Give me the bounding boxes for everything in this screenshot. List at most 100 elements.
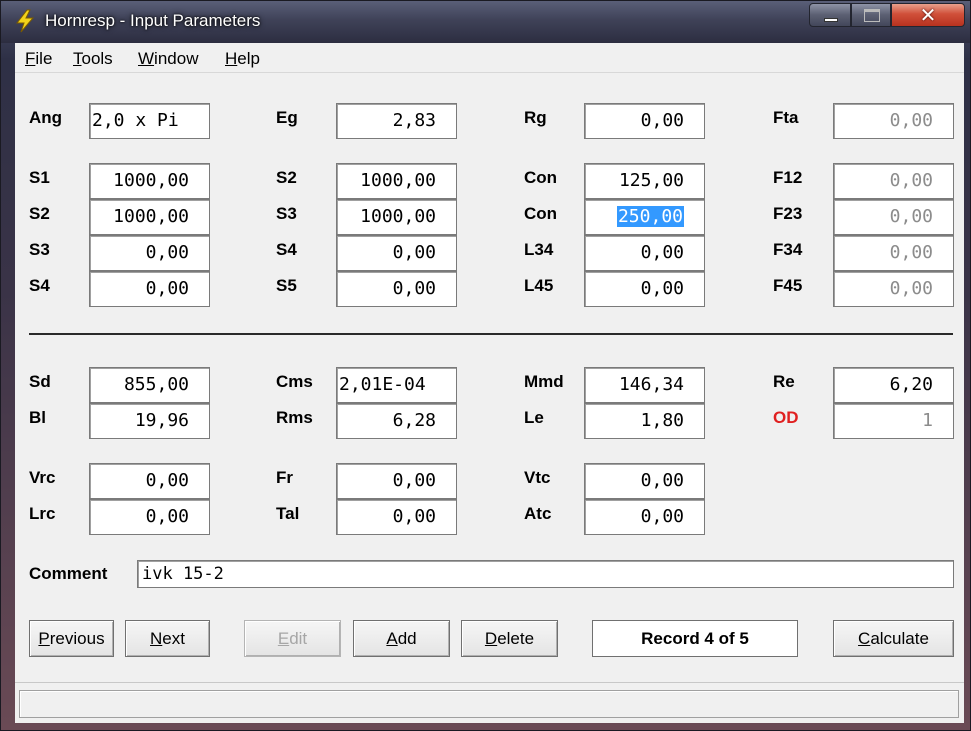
l45-label: L45 bbox=[524, 276, 554, 295]
fr-label: Fr bbox=[276, 468, 293, 487]
rg-field[interactable]: 0,00 bbox=[584, 103, 705, 139]
minimize-icon bbox=[824, 18, 838, 22]
previous-accesskey: P bbox=[38, 629, 50, 648]
re-label: Re bbox=[773, 372, 795, 391]
s2-field[interactable]: 1000,00 bbox=[89, 199, 210, 235]
bl-field[interactable]: 19,96 bbox=[89, 403, 210, 439]
comment-label: Comment bbox=[29, 564, 108, 583]
next-button[interactable]: Next bbox=[125, 620, 210, 657]
menu-file[interactable]: File bbox=[25, 49, 52, 69]
l45-field[interactable]: 0,00 bbox=[584, 271, 705, 307]
l34-field[interactable]: 0,00 bbox=[584, 235, 705, 271]
sd-label: Sd bbox=[29, 372, 51, 391]
f23-field[interactable]: 0,00 bbox=[833, 199, 954, 235]
calculate-accesskey: C bbox=[858, 629, 871, 648]
s1-field[interactable]: 1000,00 bbox=[89, 163, 210, 199]
re-field[interactable]: 6,20 bbox=[833, 367, 954, 403]
seg3-s4-field[interactable]: 0,00 bbox=[336, 235, 457, 271]
lrc-field[interactable]: 0,00 bbox=[89, 499, 210, 535]
fr-field[interactable]: 0,00 bbox=[336, 463, 457, 499]
comment-field[interactable]: ivk 15-2 bbox=[137, 560, 954, 588]
seg2-s3-label: S3 bbox=[276, 204, 297, 223]
menu-file-accesskey: F bbox=[25, 49, 36, 68]
cms-label: Cms bbox=[276, 372, 313, 391]
f12-field[interactable]: 0,00 bbox=[833, 163, 954, 199]
menu-tools-label: ools bbox=[81, 49, 113, 68]
close-button[interactable]: ✕ bbox=[891, 3, 965, 27]
atc-field[interactable]: 0,00 bbox=[584, 499, 705, 535]
menu-help-label: elp bbox=[237, 49, 260, 68]
f12-label: F12 bbox=[773, 168, 803, 187]
maximize-button[interactable] bbox=[851, 3, 891, 27]
s3-label: S3 bbox=[29, 240, 50, 259]
s4-field[interactable]: 0,00 bbox=[89, 271, 210, 307]
rg-label: Rg bbox=[524, 108, 547, 127]
section-divider bbox=[29, 333, 953, 335]
mmd-field[interactable]: 146,34 bbox=[584, 367, 705, 403]
con23-field[interactable]: 250,00 bbox=[584, 199, 705, 235]
menu-window[interactable]: Window bbox=[138, 49, 198, 69]
previous-button[interactable]: Previous bbox=[29, 620, 114, 657]
delete-button[interactable]: Delete bbox=[461, 620, 558, 657]
cms-field[interactable]: 2,01E-04 bbox=[336, 367, 457, 403]
add-button[interactable]: Add bbox=[353, 620, 450, 657]
menu-tools[interactable]: Tools bbox=[73, 49, 113, 69]
menu-help-accesskey: H bbox=[225, 49, 238, 68]
vrc-field[interactable]: 0,00 bbox=[89, 463, 210, 499]
edit-accesskey: E bbox=[277, 629, 290, 648]
menu-bar: File Tools Window Help bbox=[15, 43, 964, 73]
eg-label: Eg bbox=[276, 108, 298, 127]
seg2-s3-field[interactable]: 1000,00 bbox=[336, 199, 457, 235]
rms-label: Rms bbox=[276, 408, 313, 427]
sd-field[interactable]: 855,00 bbox=[89, 367, 210, 403]
seg1-s2-field[interactable]: 1000,00 bbox=[336, 163, 457, 199]
add-accesskey: A bbox=[386, 629, 398, 648]
s3-field[interactable]: 0,00 bbox=[89, 235, 210, 271]
previous-label: revious bbox=[49, 629, 105, 648]
od-label[interactable]: OD bbox=[773, 408, 799, 428]
menu-window-label: indow bbox=[154, 49, 199, 68]
delete-label: elete bbox=[497, 629, 535, 648]
seg1-s2-label: S2 bbox=[276, 168, 297, 187]
f45-field[interactable]: 0,00 bbox=[833, 271, 954, 307]
add-label: dd bbox=[397, 629, 417, 648]
fta-field[interactable]: 0,00 bbox=[833, 103, 954, 139]
edit-button[interactable]: Edit bbox=[244, 620, 341, 657]
menu-help[interactable]: Help bbox=[225, 49, 260, 69]
seg3-s4-label: S4 bbox=[276, 240, 297, 259]
lightning-bolt-icon bbox=[13, 9, 37, 33]
next-accesskey: N bbox=[150, 629, 163, 648]
f34-field[interactable]: 0,00 bbox=[833, 235, 954, 271]
menu-file-label: ile bbox=[35, 49, 53, 68]
minimize-button[interactable] bbox=[809, 3, 851, 27]
hornresp-window: Hornresp - Input Parameters ✕ File Tools… bbox=[0, 0, 971, 731]
calculate-button[interactable]: Calculate bbox=[833, 620, 954, 657]
rms-field[interactable]: 6,28 bbox=[336, 403, 457, 439]
le-label: Le bbox=[524, 408, 544, 427]
con12-field[interactable]: 125,00 bbox=[584, 163, 705, 199]
con12-label: Con bbox=[524, 168, 558, 187]
edit-label: dit bbox=[289, 629, 308, 648]
le-field[interactable]: 1,80 bbox=[584, 403, 705, 439]
maximize-icon bbox=[864, 9, 880, 22]
ang-field[interactable]: 2,0 x Pi bbox=[89, 103, 210, 139]
input-parameters-panel: File Tools Window Help Ang 2,0 x Pi Eg 2… bbox=[15, 43, 964, 723]
vtc-field[interactable]: 0,00 bbox=[584, 463, 705, 499]
f34-label: F34 bbox=[773, 240, 803, 259]
status-bar bbox=[19, 690, 959, 718]
fta-label: Fta bbox=[773, 108, 799, 127]
tal-field[interactable]: 0,00 bbox=[336, 499, 457, 535]
s5-field[interactable]: 0,00 bbox=[336, 271, 457, 307]
con23-label: Con bbox=[524, 204, 558, 223]
next-label: ext bbox=[162, 629, 185, 648]
bl-label: Bl bbox=[29, 408, 46, 427]
atc-label: Atc bbox=[524, 504, 552, 523]
window-title: Hornresp - Input Parameters bbox=[45, 11, 261, 30]
s5-label: S5 bbox=[276, 276, 297, 295]
eg-field[interactable]: 2,83 bbox=[336, 103, 457, 139]
menu-tools-accesskey: T bbox=[73, 49, 82, 68]
footer-separator bbox=[15, 682, 964, 683]
lrc-label: Lrc bbox=[29, 504, 56, 523]
od-field[interactable]: 1 bbox=[833, 403, 954, 439]
title-bar[interactable]: Hornresp - Input Parameters ✕ bbox=[1, 1, 970, 43]
